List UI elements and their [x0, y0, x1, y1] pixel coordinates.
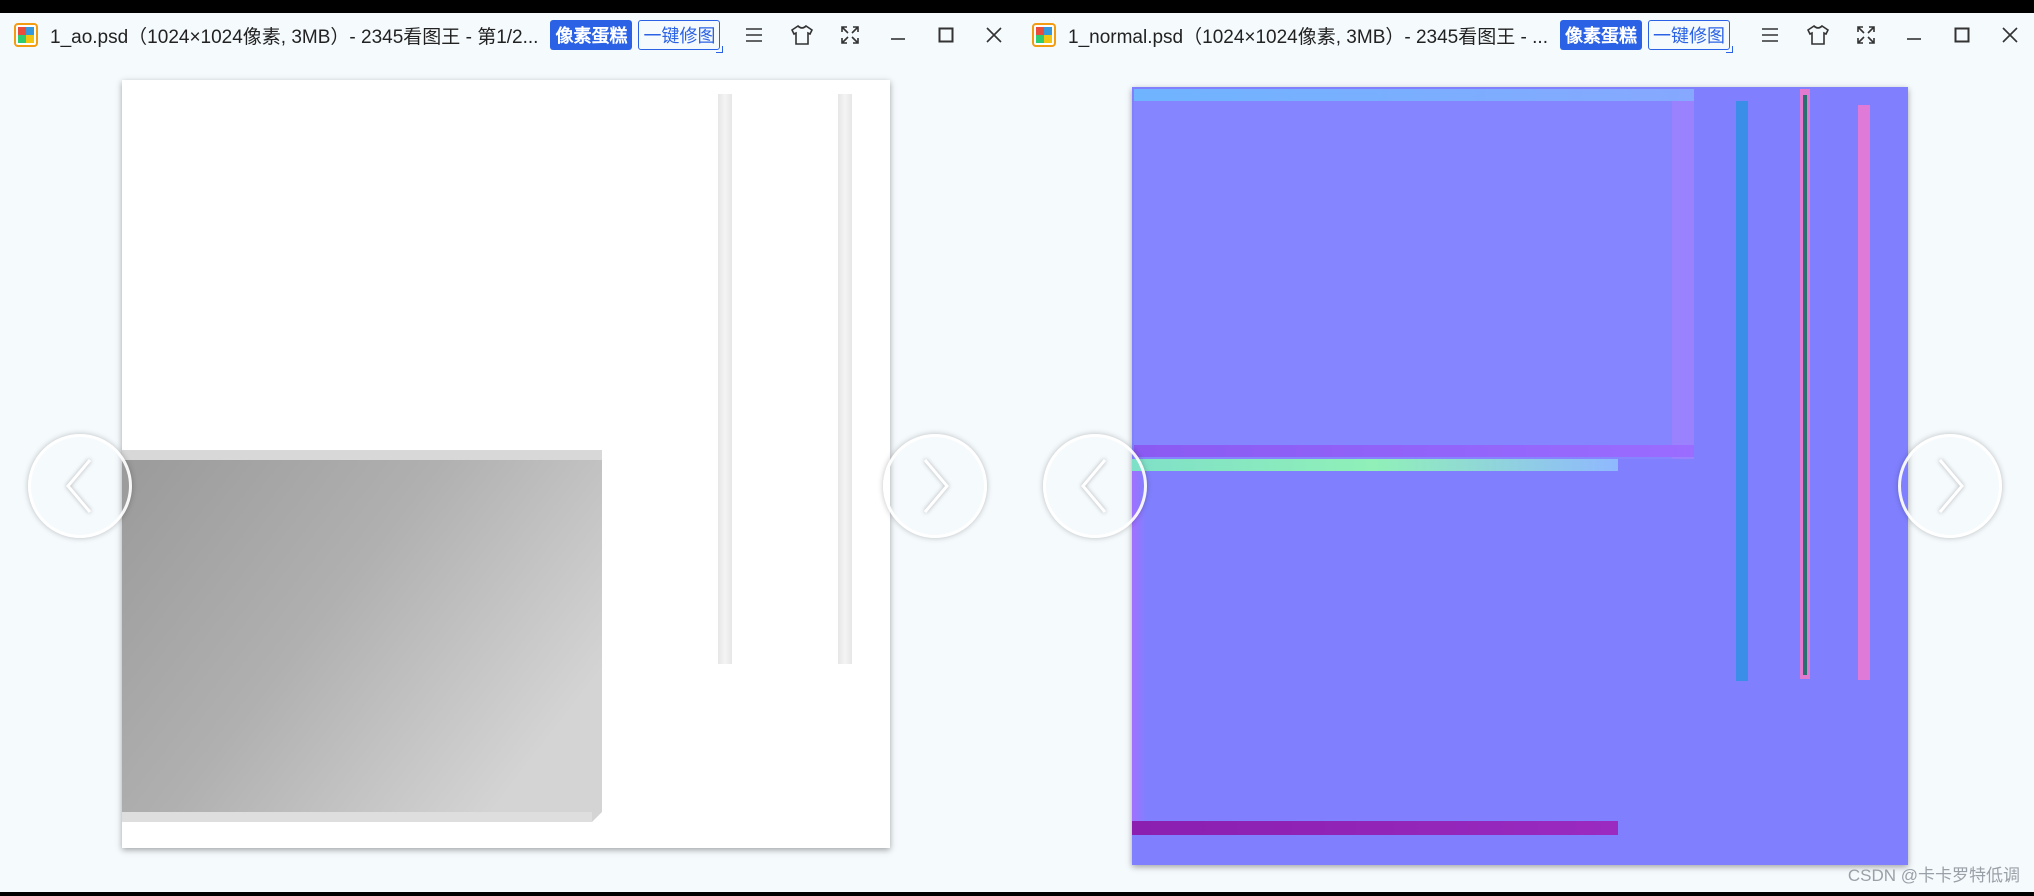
chevron-right-icon	[1938, 459, 1964, 513]
skin-icon	[791, 25, 813, 45]
maximize-icon	[938, 27, 954, 43]
fullscreen-icon	[1857, 26, 1875, 44]
maximize-button[interactable]	[922, 13, 970, 57]
minimize-icon	[891, 38, 905, 40]
minimize-icon	[1907, 38, 1921, 40]
window-controls	[1746, 13, 2034, 57]
previous-image-button[interactable]	[1043, 434, 1147, 538]
maximize-button[interactable]	[1938, 13, 1986, 57]
window-controls	[730, 13, 1018, 57]
chevron-right-icon	[923, 459, 949, 513]
window-title: 1_ao.psd（1024×1024像素, 3MB）- 2345看图王 - 第1…	[50, 26, 539, 48]
normal-map-render	[1132, 87, 1908, 865]
skin-icon	[1807, 25, 1829, 45]
skin-button[interactable]	[778, 13, 826, 57]
minimize-button[interactable]	[874, 13, 922, 57]
pixel-cake-button[interactable]: 像素蛋糕	[1559, 20, 1642, 50]
one-click-retouch-label: 一键修图	[643, 26, 716, 46]
previous-image-button[interactable]	[28, 434, 132, 538]
normal-map-image	[1132, 87, 1908, 865]
ao-map-image	[122, 80, 890, 848]
fullscreen-icon	[841, 26, 859, 44]
close-button[interactable]	[970, 13, 1018, 57]
chevron-left-icon	[66, 459, 92, 513]
window-title: 1_normal.psd（1024×1024像素, 3MB）- 2345看图王 …	[1068, 26, 1548, 48]
pixel-cake-button[interactable]: 像素蛋糕	[550, 20, 633, 50]
maximize-icon	[1954, 27, 1970, 43]
app-logo-icon	[14, 23, 38, 47]
chevron-left-icon	[1081, 459, 1107, 513]
viewer-window-normal: 1_normal.psd（1024×1024像素, 3MB）- 2345看图王 …	[1018, 13, 2034, 892]
ao-map-render	[122, 80, 890, 848]
one-click-retouch-label: 一键修图	[1652, 26, 1725, 46]
close-icon	[2002, 27, 2018, 43]
next-image-button[interactable]	[883, 434, 987, 538]
app-logo-icon	[1032, 23, 1056, 47]
menu-button[interactable]	[730, 13, 778, 57]
fullscreen-button[interactable]	[1842, 13, 1890, 57]
menu-button[interactable]	[1746, 13, 1794, 57]
viewer-window-ao: 1_ao.psd（1024×1024像素, 3MB）- 2345看图王 - 第1…	[0, 13, 1018, 892]
fullscreen-button[interactable]	[826, 13, 874, 57]
close-icon	[986, 27, 1002, 43]
one-click-retouch-button[interactable]: 一键修图	[1647, 20, 1733, 53]
close-button[interactable]	[1986, 13, 2034, 57]
menu-icon	[1762, 28, 1778, 42]
one-click-retouch-button[interactable]: 一键修图	[638, 20, 724, 53]
minimize-button[interactable]	[1890, 13, 1938, 57]
menu-icon	[746, 28, 762, 42]
skin-button[interactable]	[1794, 13, 1842, 57]
csdn-watermark: CSDN @卡卡罗特低调	[1847, 866, 2020, 885]
next-image-button[interactable]	[1898, 434, 2002, 538]
